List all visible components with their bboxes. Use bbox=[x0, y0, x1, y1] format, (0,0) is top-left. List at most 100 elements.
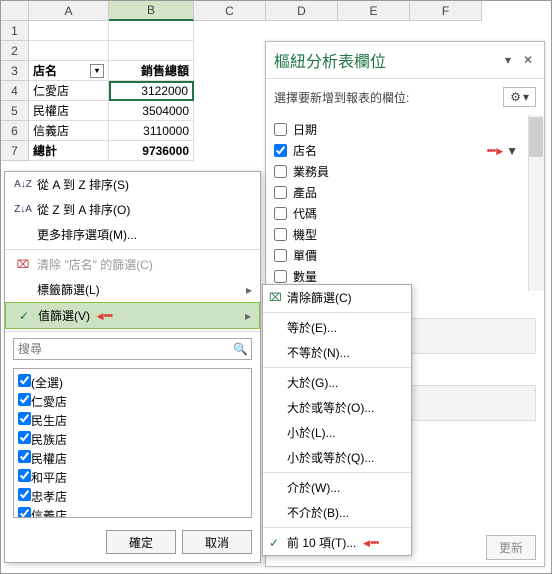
row-header[interactable]: 7 bbox=[1, 141, 29, 161]
label-filter-item[interactable]: 標籤篩選(L)▸ bbox=[5, 277, 260, 302]
pivot-row-header[interactable]: 店名 ▾ bbox=[29, 61, 109, 81]
selected-cell[interactable]: 3122000 bbox=[109, 81, 194, 101]
cell[interactable] bbox=[109, 41, 194, 61]
row-header[interactable]: 2 bbox=[1, 41, 29, 61]
not-between-item[interactable]: 不介於(B)... bbox=[263, 500, 411, 525]
sort-desc-item[interactable]: Z↓A 從 Z 到 A 排序(O) bbox=[5, 197, 260, 222]
col-header-a[interactable]: A bbox=[29, 1, 109, 21]
select-all-corner[interactable] bbox=[1, 1, 29, 21]
equals-item[interactable]: 等於(E)... bbox=[263, 315, 411, 340]
sort-desc-icon: Z↓A bbox=[14, 204, 32, 215]
more-sort-item[interactable]: 更多排序選項(M)... bbox=[5, 222, 260, 247]
greater-equal-item[interactable]: 大於或等於(O)... bbox=[263, 395, 411, 420]
ok-button[interactable]: 確定 bbox=[106, 530, 176, 554]
field-row[interactable]: 店名•••▼ bbox=[274, 140, 536, 161]
label-filter-label: 標籤篩選(L) bbox=[37, 281, 100, 298]
row-header[interactable]: 1 bbox=[1, 21, 29, 41]
between-item[interactable]: 介於(W)... bbox=[263, 475, 411, 500]
list-item[interactable]: 民族店 bbox=[18, 430, 247, 449]
highlight-arrow-icon: ••• bbox=[363, 537, 378, 549]
not-equals-item[interactable]: 不等於(N)... bbox=[263, 340, 411, 365]
scrollbar-thumb[interactable] bbox=[529, 117, 543, 157]
pane-title: 樞紐分析表欄位 bbox=[274, 48, 386, 72]
cell[interactable] bbox=[109, 21, 194, 41]
col-header-d[interactable]: D bbox=[266, 1, 338, 21]
field-list: 日期 店名•••▼ 業務員 產品 代碼 機型 單價 數量 bbox=[266, 115, 544, 291]
row-header[interactable]: 4 bbox=[1, 81, 29, 101]
list-item[interactable]: 和平店 bbox=[18, 468, 247, 487]
value-filter-item[interactable]: ✓值篩選(V) •••▸ bbox=[5, 302, 260, 329]
field-row[interactable]: 機型 bbox=[274, 224, 536, 245]
field-row[interactable]: 代碼 bbox=[274, 203, 536, 224]
pivot-value-header[interactable]: 銷售總額 bbox=[109, 61, 194, 81]
pane-dropdown-icon[interactable]: ▾ bbox=[500, 53, 516, 67]
grand-total-value[interactable]: 9736000 bbox=[109, 141, 194, 161]
row-header[interactable]: 3 bbox=[1, 61, 29, 81]
sort-asc-item[interactable]: A↓Z 從 A 到 Z 排序(S) bbox=[5, 172, 260, 197]
list-item[interactable]: 仁愛店 bbox=[18, 392, 247, 411]
list-item[interactable]: (全選) bbox=[18, 373, 247, 392]
cell[interactable] bbox=[29, 41, 109, 61]
checkbox[interactable] bbox=[18, 507, 31, 518]
checkbox[interactable] bbox=[274, 249, 287, 262]
sort-asc-label: 從 A 到 Z 排序(S) bbox=[37, 176, 129, 193]
field-row[interactable]: 日期 bbox=[274, 119, 536, 140]
col-header-e[interactable]: E bbox=[338, 1, 410, 21]
pivot-row-header-label: 店名 bbox=[33, 62, 57, 79]
layout-options-button[interactable]: ⚙▾ bbox=[503, 87, 536, 107]
checkbox[interactable] bbox=[18, 431, 31, 444]
cell[interactable]: 民權店 bbox=[29, 101, 109, 121]
checkbox[interactable] bbox=[274, 186, 287, 199]
greater-than-item[interactable]: 大於(G)... bbox=[263, 370, 411, 395]
checkbox[interactable] bbox=[18, 374, 31, 387]
checkbox[interactable] bbox=[274, 207, 287, 220]
highlight-arrow-icon: ••• bbox=[487, 145, 502, 157]
filter-checkbox-list[interactable]: (全選) 仁愛店 民生店 民族店 民權店 和平店 忠孝店 信義店 bbox=[13, 368, 252, 518]
funnel-icon[interactable]: ▼ bbox=[506, 144, 518, 158]
checkbox[interactable] bbox=[18, 488, 31, 501]
cell[interactable]: 仁愛店 bbox=[29, 81, 109, 101]
checkbox[interactable] bbox=[18, 469, 31, 482]
less-equal-item[interactable]: 小於或等於(Q)... bbox=[263, 445, 411, 470]
update-button[interactable]: 更新 bbox=[486, 535, 536, 560]
col-header-b[interactable]: B bbox=[109, 1, 194, 21]
field-row[interactable]: 業務員 bbox=[274, 161, 536, 182]
list-item[interactable]: 信義店 bbox=[18, 506, 247, 518]
checkbox[interactable] bbox=[274, 165, 287, 178]
checkbox[interactable] bbox=[18, 412, 31, 425]
field-row[interactable]: 產品 bbox=[274, 182, 536, 203]
checkbox[interactable] bbox=[18, 450, 31, 463]
top10-item[interactable]: ✓前 10 項(T)... ••• bbox=[263, 530, 411, 555]
checkbox[interactable] bbox=[18, 393, 31, 406]
clear-filter-subitem[interactable]: ⌧清除篩選(C) bbox=[263, 285, 411, 310]
cancel-button[interactable]: 取消 bbox=[182, 530, 252, 554]
grand-total-label[interactable]: 總計 bbox=[29, 141, 109, 161]
checkbox[interactable] bbox=[274, 270, 287, 283]
value-filter-submenu: ⌧清除篩選(C) 等於(E)... 不等於(N)... 大於(G)... 大於或… bbox=[262, 284, 412, 556]
cell[interactable] bbox=[29, 21, 109, 41]
row-header[interactable]: 5 bbox=[1, 101, 29, 121]
pane-subtitle: 選擇要新增到報表的欄位: bbox=[274, 89, 409, 106]
sort-desc-label: 從 Z 到 A 排序(O) bbox=[37, 201, 130, 218]
checkbox[interactable] bbox=[274, 123, 287, 136]
checkbox[interactable] bbox=[274, 228, 287, 241]
list-item[interactable]: 忠孝店 bbox=[18, 487, 247, 506]
sort-asc-icon: A↓Z bbox=[14, 179, 32, 190]
cell[interactable]: 3110000 bbox=[109, 121, 194, 141]
checkbox[interactable] bbox=[274, 144, 287, 157]
col-header-f[interactable]: F bbox=[410, 1, 482, 21]
clear-filter-icon: ⌧ bbox=[269, 291, 282, 304]
list-item[interactable]: 民生店 bbox=[18, 411, 247, 430]
col-header-c[interactable]: C bbox=[194, 1, 266, 21]
less-than-item[interactable]: 小於(L)... bbox=[263, 420, 411, 445]
search-input[interactable] bbox=[13, 338, 252, 360]
list-item[interactable]: 民權店 bbox=[18, 449, 247, 468]
close-icon[interactable]: ✕ bbox=[520, 53, 536, 67]
cell[interactable]: 信義店 bbox=[29, 121, 109, 141]
field-row[interactable]: 單價 bbox=[274, 245, 536, 266]
clear-filter-item[interactable]: ⌧清除 "店名" 的篩選(C) bbox=[5, 252, 260, 277]
cell[interactable]: 3504000 bbox=[109, 101, 194, 121]
row-header[interactable]: 6 bbox=[1, 121, 29, 141]
scrollbar-track[interactable] bbox=[528, 115, 544, 291]
filter-dropdown-icon[interactable]: ▾ bbox=[90, 64, 104, 78]
